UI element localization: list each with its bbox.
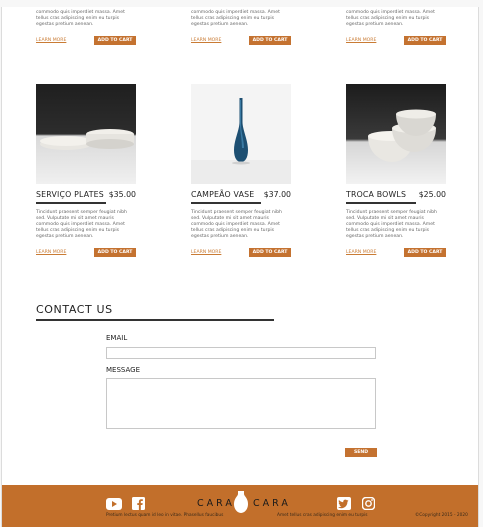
product-description: Tincidunt praesent semper feugiat nibh s…	[346, 210, 446, 240]
top-product-3: commodo quis imperdiet massa. Amet tellu…	[346, 10, 446, 45]
title-underline	[36, 202, 106, 204]
product-title: TROCA BOWLS	[346, 190, 407, 199]
facebook-icon[interactable]	[132, 495, 145, 514]
product-actions: LEARN MORE ADD TO CART	[191, 248, 291, 257]
title-underline	[346, 202, 416, 204]
product-card-plates: SERVIÇO PLATES $35.00 Tincidunt praesent…	[36, 84, 136, 264]
desc-line: egestas pretium aenean.	[346, 234, 404, 239]
product-actions: LEARN MORE ADD TO CART	[346, 248, 446, 257]
top-product-2: commodo quis imperdiet massa. Amet tellu…	[191, 10, 291, 45]
desc-line: egestas pretium aenean.	[36, 234, 94, 239]
product-actions: LEARN MORE ADD TO CART	[36, 248, 136, 257]
product-actions: LEARN MORE ADD TO CART	[346, 36, 446, 45]
email-label: EMAIL	[106, 334, 128, 342]
footer: CARA CARA Pretium lectus quam id leo in …	[2, 485, 478, 527]
copyright-text: ©Copyright 2015 - 2020	[415, 513, 468, 518]
desc-line: egestas pretium aenean.	[191, 234, 249, 239]
send-button[interactable]: SEND	[345, 448, 377, 457]
footer-right-text: Amet tellus cras adipiscing enim eu turp…	[277, 513, 368, 518]
vase-logo-icon	[232, 490, 250, 518]
learn-more-link[interactable]: LEARN MORE	[191, 250, 221, 255]
brand-right: CARA	[253, 498, 291, 509]
contact-title: CONTACT US	[36, 303, 113, 316]
add-to-cart-button[interactable]: ADD TO CART	[94, 248, 136, 257]
learn-more-link[interactable]: LEARN MORE	[36, 38, 66, 43]
product-description: Tincidunt praesent semper feugiat nibh s…	[191, 210, 291, 240]
desc-line: egestas pretium aenean.	[191, 22, 249, 27]
page: commodo quis imperdiet massa. Amet tellu…	[1, 7, 479, 527]
product-title: SERVIÇO PLATES	[36, 190, 104, 199]
learn-more-link[interactable]: LEARN MORE	[191, 38, 221, 43]
product-card-vase: CAMPEÃO VASE $37.00 Tincidunt praesent s…	[191, 84, 291, 264]
message-label: MESSAGE	[106, 366, 140, 374]
product-card-bowls: TROCA BOWLS $25.00 Tincidunt praesent se…	[346, 84, 446, 264]
product-actions: LEARN MORE ADD TO CART	[191, 36, 291, 45]
top-product-1: commodo quis imperdiet massa. Amet tellu…	[36, 10, 136, 45]
youtube-icon[interactable]	[106, 495, 122, 514]
product-description: commodo quis imperdiet massa. Amet tellu…	[36, 10, 136, 28]
product-price: $35.00	[108, 190, 136, 199]
add-to-cart-button[interactable]: ADD TO CART	[249, 36, 291, 45]
brand-left: CARA	[197, 498, 235, 509]
message-field[interactable]	[106, 378, 376, 429]
twitter-icon[interactable]	[337, 495, 351, 514]
vase-photo[interactable]	[191, 84, 291, 184]
add-to-cart-button[interactable]: ADD TO CART	[404, 36, 446, 45]
product-description: commodo quis imperdiet massa. Amet tellu…	[346, 10, 446, 28]
product-actions: LEARN MORE ADD TO CART	[36, 36, 136, 45]
learn-more-link[interactable]: LEARN MORE	[346, 38, 376, 43]
email-field[interactable]	[106, 347, 376, 359]
plates-photo[interactable]	[36, 84, 136, 184]
add-to-cart-button[interactable]: ADD TO CART	[249, 248, 291, 257]
instagram-icon[interactable]	[361, 495, 376, 514]
add-to-cart-button[interactable]: ADD TO CART	[404, 248, 446, 257]
desc-line: egestas pretium aenean.	[36, 22, 94, 27]
contact-underline	[36, 319, 274, 321]
learn-more-link[interactable]: LEARN MORE	[346, 250, 376, 255]
learn-more-link[interactable]: LEARN MORE	[36, 250, 66, 255]
add-to-cart-button[interactable]: ADD TO CART	[94, 36, 136, 45]
footer-left-text: Pretium lectus quam id leo in vitae. Pha…	[106, 513, 224, 518]
desc-line: egestas pretium aenean.	[346, 22, 404, 27]
product-title: CAMPEÃO VASE	[191, 190, 255, 199]
product-price: $37.00	[263, 190, 291, 199]
product-description: commodo quis imperdiet massa. Amet tellu…	[191, 10, 291, 28]
bowls-photo[interactable]	[346, 84, 446, 184]
product-price: $25.00	[418, 190, 446, 199]
product-description: Tincidunt praesent semper feugiat nibh s…	[36, 210, 136, 240]
title-underline	[191, 202, 261, 204]
